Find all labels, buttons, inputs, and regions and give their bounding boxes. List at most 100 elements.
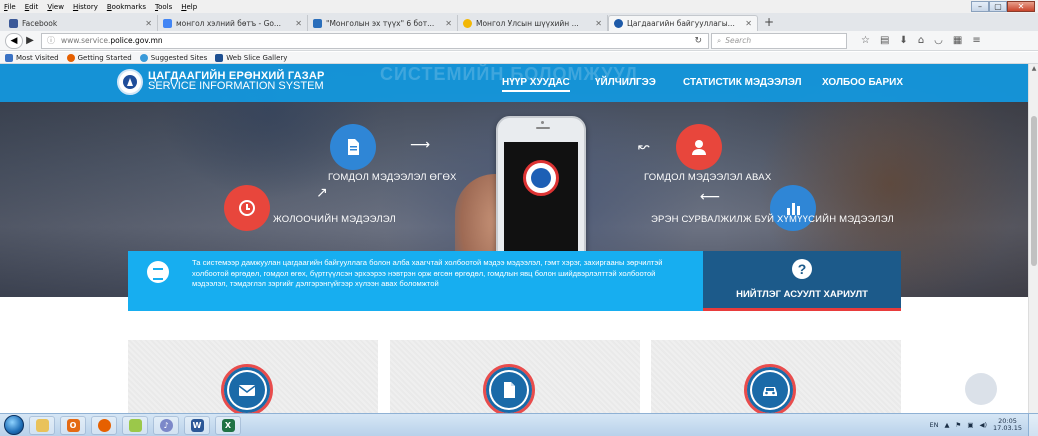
- excel-icon: X: [221, 418, 235, 432]
- download-icon[interactable]: ⬇: [899, 35, 907, 46]
- volume-icon[interactable]: ◀): [980, 421, 988, 429]
- feature-receive-complaint-button[interactable]: [676, 124, 722, 170]
- clock-date: 17.03.15: [993, 424, 1022, 432]
- close-tab-icon[interactable]: ✕: [595, 19, 602, 28]
- taskbar-outlook[interactable]: O: [60, 415, 86, 435]
- service-card-car[interactable]: [651, 340, 901, 413]
- outlook-icon: O: [66, 418, 80, 432]
- bookmark-web-slice-gallery[interactable]: Web Slice Gallery: [215, 53, 287, 62]
- reading-list-icon[interactable]: ▤: [880, 35, 889, 46]
- menu-tools[interactable]: Tools: [155, 3, 172, 11]
- court-favicon-icon: [463, 18, 472, 28]
- taskbar-excel[interactable]: X: [215, 415, 241, 435]
- bookmark-label: Getting Started: [77, 53, 132, 62]
- phone-speaker: [536, 127, 550, 129]
- url-bar[interactable]: ⓘ www.service. police.gov.mn ↻: [41, 32, 709, 49]
- police-favicon-icon: [614, 19, 623, 28]
- firefox-icon: [66, 53, 75, 62]
- facebook-favicon-icon: [9, 18, 18, 28]
- music-icon: ♪: [159, 418, 173, 432]
- taskbar-explorer[interactable]: [29, 415, 55, 435]
- minimize-icon[interactable]: –: [971, 1, 989, 12]
- photos-icon: [128, 418, 142, 432]
- police-logo-icon[interactable]: [117, 69, 143, 95]
- police-emblem-icon: [523, 160, 559, 196]
- back-arrow-icon[interactable]: ◀: [5, 32, 23, 49]
- tab-google[interactable]: монгол хэлний бөтъ - Go... ✕: [158, 15, 308, 31]
- language-indicator[interactable]: EN: [930, 421, 939, 429]
- menu-bar: File Edit View History Bookmarks Tools H…: [0, 0, 1038, 13]
- tray-expand-icon[interactable]: ▲: [945, 421, 950, 429]
- clock-icon: [239, 200, 255, 216]
- info-icon[interactable]: ⓘ: [47, 35, 55, 46]
- menu-history[interactable]: History: [73, 3, 98, 11]
- taskbar-photos[interactable]: [122, 415, 148, 435]
- feature-label[interactable]: ЭРЭН СУРВАЛЖИЛЖ БУЙ ХҮМҮҮСИЙН МЭДЭЭЛЭЛ: [651, 214, 894, 225]
- google-favicon-icon: [163, 18, 172, 28]
- taskbar-firefox[interactable]: [91, 415, 117, 435]
- bookmark-suggested-sites[interactable]: Suggested Sites: [139, 53, 207, 62]
- tab-title: монгол хэлний бөтъ - Go...: [176, 18, 282, 28]
- envelope-icon: [221, 364, 273, 413]
- nav-contact[interactable]: ХОЛБОО БАРИХ: [822, 77, 903, 88]
- taskbar-word[interactable]: W: [184, 415, 210, 435]
- windows-taskbar: O ♪ W X EN ▲ ⚑ ▣ ◀) 20:05 17.03.15: [0, 413, 1038, 436]
- clock[interactable]: 20:05 17.03.15: [993, 418, 1022, 432]
- home-icon[interactable]: ⌂: [918, 35, 924, 46]
- service-card-mail[interactable]: [128, 340, 378, 413]
- feature-label[interactable]: ГОМДОЛ МЭДЭЭЛЭЛ АВАХ: [644, 172, 771, 183]
- close-tab-icon[interactable]: ✕: [295, 19, 302, 28]
- network-icon[interactable]: ▣: [967, 421, 973, 429]
- tab-court[interactable]: Монгол Улсын шүүхийн ... ✕: [458, 15, 608, 31]
- faq-button[interactable]: ? НИЙТЛЭГ АСУУЛТ ХАРИУЛТ: [703, 251, 901, 311]
- taskbar-itunes[interactable]: ♪: [153, 415, 179, 435]
- addon-icon[interactable]: ▦: [953, 35, 962, 46]
- close-tab-icon[interactable]: ✕: [745, 19, 752, 28]
- close-tab-icon[interactable]: ✕: [445, 19, 452, 28]
- bookmark-star-icon[interactable]: ☆: [861, 35, 870, 46]
- start-button-icon[interactable]: [4, 415, 24, 435]
- maximize-icon[interactable]: ▢: [989, 1, 1007, 12]
- menu-bookmarks[interactable]: Bookmarks: [107, 3, 146, 11]
- pocket-icon[interactable]: ◡: [934, 35, 943, 46]
- flag-icon[interactable]: ⚑: [956, 421, 962, 429]
- scrollbar-thumb[interactable]: [1031, 116, 1037, 266]
- search-placeholder: Search: [725, 36, 752, 45]
- close-tab-icon[interactable]: ✕: [145, 19, 152, 28]
- tab-facebook[interactable]: Facebook ✕: [4, 15, 158, 31]
- scroll-up-icon[interactable]: ▲: [1030, 65, 1038, 72]
- arrow-right-icon: ⟶: [410, 137, 431, 153]
- search-input[interactable]: ⌕ Search: [711, 32, 847, 49]
- curved-arrow-icon: ↜: [638, 139, 650, 155]
- show-desktop-button[interactable]: [1028, 414, 1038, 436]
- menu-edit[interactable]: Edit: [25, 3, 39, 11]
- feature-driver-info-button[interactable]: [224, 185, 270, 231]
- nav-home[interactable]: НҮҮР ХУУДАС: [502, 77, 570, 92]
- close-window-icon[interactable]: ✕: [1007, 1, 1035, 12]
- menu-view[interactable]: View: [47, 3, 64, 11]
- forward-arrow-icon[interactable]: ▶: [23, 35, 37, 46]
- bookmark-getting-started[interactable]: Getting Started: [66, 53, 132, 62]
- service-card-file[interactable]: [390, 340, 640, 413]
- scroll-top-button[interactable]: [965, 373, 997, 405]
- feature-label[interactable]: ЖОЛООЧИЙН МЭДЭЭЛЭЛ: [273, 214, 396, 225]
- arrow-left-icon: ⟵: [700, 189, 721, 205]
- car-glyph: [763, 387, 777, 396]
- word-icon: W: [190, 418, 204, 432]
- feature-label[interactable]: ГОМДОЛ МЭДЭЭЛЭЛ ӨГӨХ: [328, 172, 457, 183]
- tab-police[interactable]: Цагдаагийн байгууллагы... ✕: [608, 15, 758, 31]
- new-tab-icon[interactable]: +: [764, 15, 774, 31]
- reload-icon[interactable]: ↻: [694, 36, 702, 46]
- nav-statistics[interactable]: СТАТИСТИК МЭДЭЭЛЭЛ: [683, 77, 802, 88]
- search-icon: ⌕: [717, 35, 722, 45]
- star-icon: [5, 53, 13, 62]
- hamburger-menu-icon[interactable]: ≡: [972, 35, 980, 46]
- menu-help[interactable]: Help: [181, 3, 197, 11]
- tab-history-books[interactable]: "Монголын эх түүх" 6 бот... ✕: [308, 15, 458, 31]
- envelope-glyph: [238, 385, 256, 396]
- bookmark-most-visited[interactable]: Most Visited: [5, 53, 59, 62]
- menu-file[interactable]: File: [4, 3, 16, 11]
- nav-services[interactable]: ҮЙЛЧИЛГЭЭ: [595, 77, 656, 88]
- page-scrollbar[interactable]: ▲: [1028, 64, 1038, 413]
- feature-submit-complaint-button[interactable]: [330, 124, 376, 170]
